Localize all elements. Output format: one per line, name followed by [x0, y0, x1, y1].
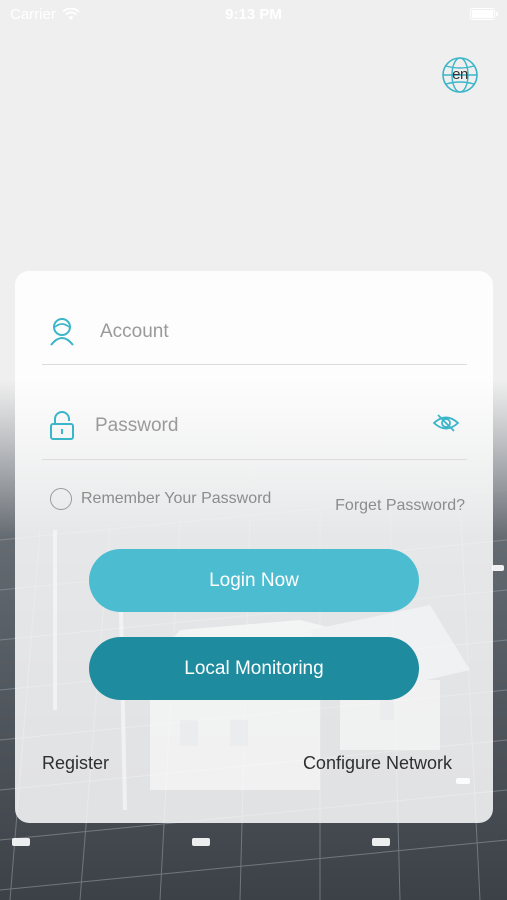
eye-off-icon[interactable]: [433, 413, 459, 433]
local-monitoring-button[interactable]: Local Monitoring: [89, 637, 419, 700]
remember-password-toggle[interactable]: Remember Your Password: [50, 488, 271, 510]
login-card: Remember Your Password Forget Password? …: [15, 271, 493, 823]
remember-radio[interactable]: [50, 488, 72, 510]
language-label: en: [452, 66, 468, 83]
battery-icon: [470, 8, 498, 20]
password-input[interactable]: [95, 411, 415, 441]
account-input[interactable]: [100, 317, 440, 347]
remember-label: Remember Your Password: [81, 490, 272, 507]
forget-password-link[interactable]: Forget Password?: [335, 497, 465, 515]
lock-icon: [50, 411, 74, 440]
status-time: 9:13 PM: [225, 6, 282, 23]
configure-network-link[interactable]: Configure Network: [303, 753, 452, 774]
login-button[interactable]: Login Now: [89, 549, 419, 612]
status-bar: Carrier 9:13 PM: [0, 0, 507, 30]
user-icon: [50, 318, 74, 346]
register-link[interactable]: Register: [42, 753, 109, 774]
language-button[interactable]: en: [441, 56, 479, 94]
